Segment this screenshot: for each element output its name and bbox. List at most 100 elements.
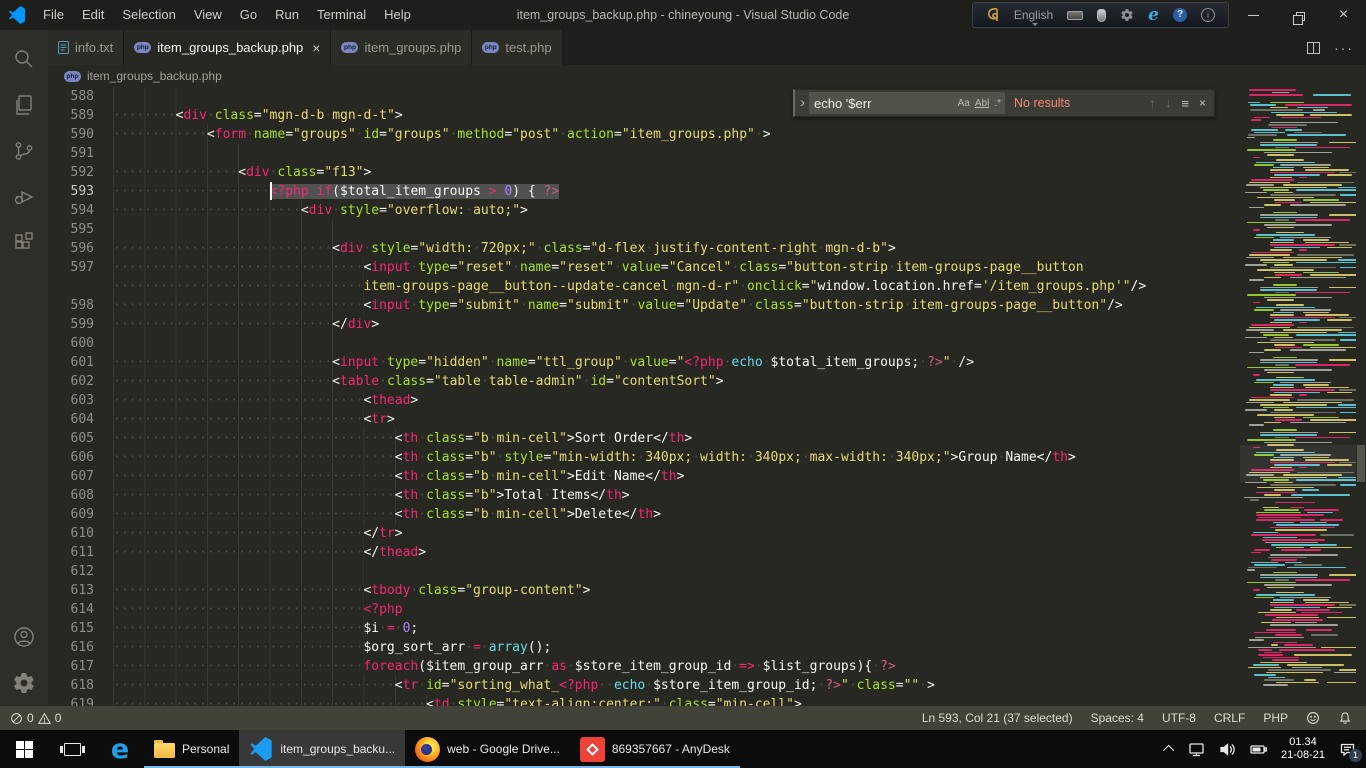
code-line[interactable]: 592················<div·class="f13"> bbox=[48, 163, 1240, 182]
code-line[interactable]: 605····································<… bbox=[48, 429, 1240, 448]
editor[interactable]: 588589········<div·class="mgn-d-b·mgn-d-… bbox=[48, 87, 1366, 706]
edge-taskbar-button[interactable]: e bbox=[96, 730, 144, 768]
taskbar-app-personal[interactable]: Personal bbox=[144, 730, 239, 768]
code-line[interactable]: ································item-gro… bbox=[48, 277, 1240, 296]
taskbar-app-vscode[interactable]: item_groups_backu... bbox=[239, 730, 405, 768]
help-icon[interactable]: ? bbox=[1173, 8, 1187, 22]
volume-icon[interactable] bbox=[1219, 741, 1236, 758]
code-line[interactable]: 616································$org_… bbox=[48, 638, 1240, 657]
feedback-smiley-icon[interactable] bbox=[1306, 711, 1320, 725]
tab-close-icon[interactable]: × bbox=[312, 40, 320, 56]
code-line[interactable]: 600 bbox=[48, 334, 1240, 353]
code-line[interactable]: 610································</tr> bbox=[48, 524, 1240, 543]
tab-info-txt[interactable]: info.txt bbox=[48, 30, 124, 65]
tab-item-groups-backup-php[interactable]: php item_groups_backup.php × bbox=[124, 30, 331, 65]
code-line[interactable]: 615································$i·=·… bbox=[48, 619, 1240, 638]
code-line[interactable]: 613································<tbod… bbox=[48, 581, 1240, 600]
language-mode[interactable]: PHP bbox=[1263, 711, 1288, 725]
code-line[interactable]: 597································<inpu… bbox=[48, 258, 1240, 277]
more-actions-icon[interactable]: ··· bbox=[1334, 44, 1354, 52]
vertical-scrollbar[interactable] bbox=[1356, 87, 1366, 706]
code-line[interactable]: 603································<thea… bbox=[48, 391, 1240, 410]
find-in-selection-icon[interactable]: ≡ bbox=[1181, 96, 1189, 111]
code-area[interactable]: 588589········<div·class="mgn-d-b·mgn-d-… bbox=[48, 87, 1240, 706]
code-line[interactable]: 618····································<… bbox=[48, 676, 1240, 695]
run-debug-icon[interactable] bbox=[0, 174, 48, 220]
code-line[interactable]: 608····································<… bbox=[48, 486, 1240, 505]
code-line[interactable]: 591 bbox=[48, 144, 1240, 163]
settings-gear-icon[interactable] bbox=[0, 660, 48, 706]
tray-expand-chevron-icon[interactable] bbox=[1163, 745, 1174, 756]
tab-item-groups-php[interactable]: php item_groups.php bbox=[331, 30, 472, 65]
taskbar-app-firefox[interactable]: web - Google Drive... bbox=[405, 730, 570, 768]
split-editor-icon[interactable] bbox=[1307, 42, 1320, 54]
code-line[interactable]: 611································</the… bbox=[48, 543, 1240, 562]
explorer-icon[interactable] bbox=[0, 82, 48, 128]
indentation[interactable]: Spaces: 4 bbox=[1091, 711, 1144, 725]
minimap-slider[interactable] bbox=[1240, 445, 1356, 482]
breadcrumb[interactable]: php item_groups_backup.php bbox=[48, 65, 1366, 87]
menu-view[interactable]: View bbox=[185, 0, 231, 30]
code-line[interactable]: 617································forea… bbox=[48, 657, 1240, 676]
minimap[interactable] bbox=[1240, 87, 1356, 706]
menu-terminal[interactable]: Terminal bbox=[308, 0, 375, 30]
ie-browser-icon[interactable]: e bbox=[1148, 5, 1159, 25]
start-button[interactable] bbox=[0, 730, 48, 768]
task-view-button[interactable] bbox=[48, 730, 96, 768]
code-line[interactable]: 598································<inpu… bbox=[48, 296, 1240, 315]
code-line[interactable]: 594························<div·style="o… bbox=[48, 201, 1240, 220]
code-line[interactable]: 601····························<input·ty… bbox=[48, 353, 1240, 372]
account-icon[interactable] bbox=[0, 614, 48, 660]
menu-edit[interactable]: Edit bbox=[73, 0, 113, 30]
restore-button[interactable] bbox=[1276, 0, 1321, 30]
tab-test-php[interactable]: php test.php bbox=[472, 30, 562, 65]
match-case-toggle[interactable]: Aa bbox=[958, 98, 970, 109]
code-line[interactable]: 602····························<table·cl… bbox=[48, 372, 1240, 391]
code-line[interactable]: 604································<tr> bbox=[48, 410, 1240, 429]
language-bar-settings-icon[interactable] bbox=[1120, 8, 1134, 22]
scrollbar-thumb[interactable] bbox=[1357, 445, 1365, 482]
menu-go[interactable]: Go bbox=[231, 0, 266, 30]
find-expand-chevron-icon[interactable]: › bbox=[795, 94, 809, 113]
problems-status[interactable]: 0 0 bbox=[0, 711, 61, 725]
battery-icon[interactable] bbox=[1250, 741, 1267, 758]
code-line[interactable]: 595 bbox=[48, 220, 1240, 239]
code-line[interactable]: 596····························<div·styl… bbox=[48, 239, 1240, 258]
code-line[interactable]: 590············<form·name="groups"·id="g… bbox=[48, 125, 1240, 144]
network-icon[interactable] bbox=[1188, 741, 1205, 758]
encoding[interactable]: UTF-8 bbox=[1162, 711, 1196, 725]
code-line[interactable]: 614································<?php bbox=[48, 600, 1240, 619]
whole-word-toggle[interactable]: Abl bbox=[975, 98, 989, 109]
taskbar-app-anydesk[interactable]: 869357667 - AnyDesk bbox=[570, 730, 740, 768]
code-line[interactable]: 612 bbox=[48, 562, 1240, 581]
eol-sequence[interactable]: CRLF bbox=[1214, 711, 1245, 725]
code-line[interactable]: 606····································<… bbox=[48, 448, 1240, 467]
find-close-icon[interactable]: × bbox=[1199, 96, 1206, 110]
code-line[interactable]: 599····························</div> bbox=[48, 315, 1240, 334]
mouse-tool-icon[interactable] bbox=[1097, 9, 1106, 22]
keyboard-layout-icon[interactable] bbox=[1067, 11, 1083, 20]
close-button[interactable]: × bbox=[1321, 0, 1366, 30]
input-language-selector[interactable]: English bbox=[1014, 8, 1053, 22]
action-center-button[interactable]: 1 bbox=[1339, 741, 1356, 758]
menu-help[interactable]: Help bbox=[375, 0, 420, 30]
find-next-icon[interactable]: ↓ bbox=[1165, 96, 1171, 110]
regex-toggle[interactable]: .* bbox=[994, 98, 1001, 109]
code-line[interactable]: 593····················<?php·if($total_i… bbox=[48, 182, 1240, 201]
minimize-button[interactable] bbox=[1231, 0, 1276, 30]
menu-run[interactable]: Run bbox=[266, 0, 308, 30]
cursor-position[interactable]: Ln 593, Col 21 (37 selected) bbox=[922, 711, 1073, 725]
extensions-icon[interactable] bbox=[0, 220, 48, 266]
notifications-bell-icon[interactable] bbox=[1338, 711, 1352, 725]
code-line[interactable]: 609····································<… bbox=[48, 505, 1240, 524]
menu-selection[interactable]: Selection bbox=[113, 0, 184, 30]
menu-file[interactable]: File bbox=[34, 0, 73, 30]
search-icon[interactable] bbox=[0, 36, 48, 82]
source-control-icon[interactable] bbox=[0, 128, 48, 174]
info-icon[interactable]: i bbox=[1201, 8, 1215, 22]
avro-keyboard-icon[interactable] bbox=[986, 7, 1000, 23]
find-previous-icon[interactable]: ↑ bbox=[1149, 96, 1155, 110]
code-line[interactable]: 619·····································… bbox=[48, 695, 1240, 706]
code-line[interactable]: 607····································<… bbox=[48, 467, 1240, 486]
taskbar-clock[interactable]: 01.34 21-08-21 bbox=[1281, 736, 1325, 762]
